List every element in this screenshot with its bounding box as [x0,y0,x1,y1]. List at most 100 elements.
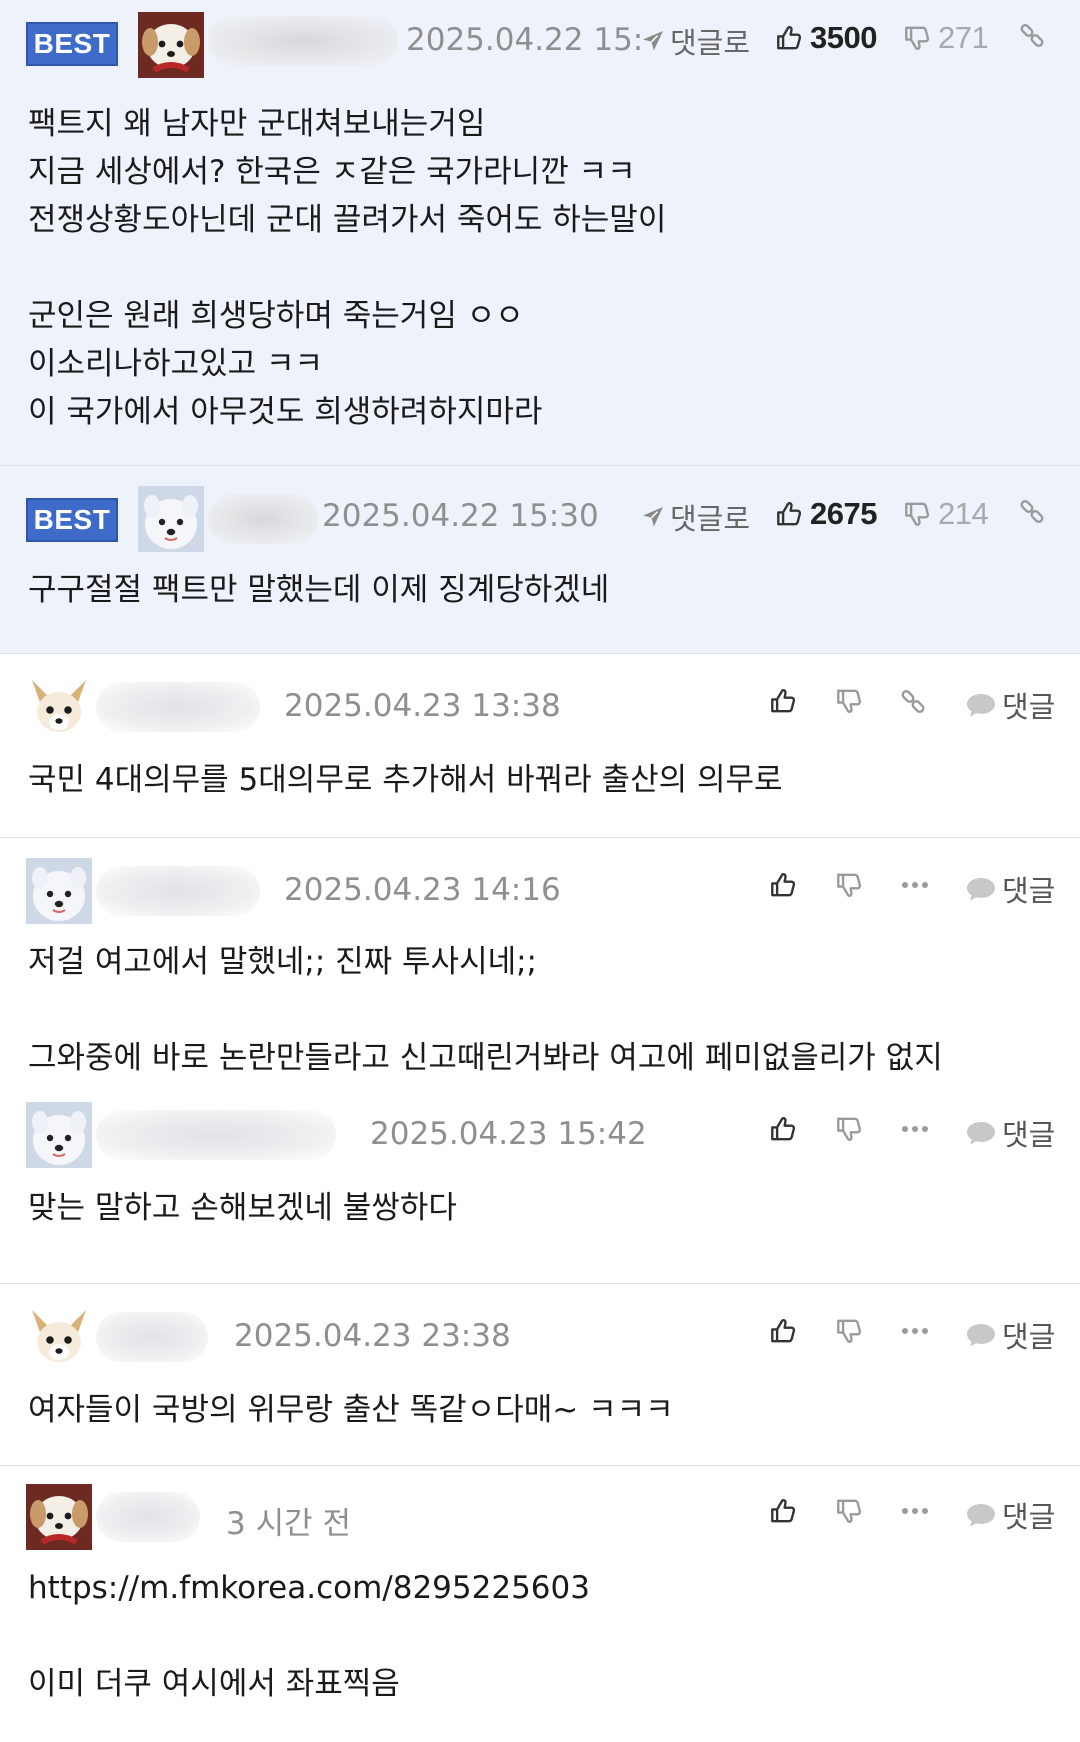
reply-button[interactable]: 댓글 [964,868,1055,910]
dog-avatar-icon [26,1304,92,1370]
reply-button[interactable]: 댓글 [964,1112,1055,1154]
comment-date: 2025.04.22 15: [406,22,644,58]
avatar[interactable] [26,674,92,740]
nickname-blurred[interactable] [96,682,260,732]
comment-date: 2025.04.22 15:30 [322,498,599,534]
comment-date: 3 시간 전 [226,1506,351,1542]
comment-header: 3 시간 전 댓글 [0,1484,1080,1550]
like-button[interactable] [768,686,798,716]
comment-header: 2025.04.23 13:38 댓글 [0,674,1080,740]
dog-avatar-icon [26,674,92,740]
comment-date: 2025.04.23 14:16 [284,872,561,908]
reply-button[interactable]: 댓글 [964,1494,1055,1536]
comment-date: 2025.04.23 13:38 [284,688,561,724]
dog-avatar-icon [26,858,92,924]
speech-bubble-icon [964,1119,998,1147]
reply-button[interactable]: 댓글 [964,684,1055,726]
nickname-blurred[interactable] [96,1110,336,1160]
reply-to-button[interactable]: 댓글로 [640,496,750,538]
comment-text: 저걸 여고에서 말했네;; 진짜 투사시네;; 그와중에 바로 논란만들라고 신… [28,944,943,1076]
more-dots-icon [900,880,930,890]
avatar[interactable] [138,486,204,552]
dog-avatar-icon [26,1484,92,1550]
like-button[interactable]: 3500 [774,20,877,56]
best-badge: BEST [26,22,118,66]
copy-link-button[interactable] [1018,22,1046,50]
copy-link-button[interactable] [1018,498,1046,526]
more-options-button[interactable] [900,1124,930,1134]
comment-text: 구구절절 팩트만 말했는데 이제 징계당하겠네 [28,572,610,608]
dislike-button[interactable] [834,1114,864,1144]
nickname-blurred[interactable] [208,16,398,66]
like-button[interactable] [768,870,798,900]
nickname-blurred[interactable] [208,494,318,544]
link-icon [1018,22,1046,50]
more-options-button[interactable] [900,1506,930,1516]
reply-to-button[interactable]: 댓글로 [640,20,750,62]
dislike-count: 214 [938,496,989,531]
comment-text: 맞는 말하고 손해보겠네 불쌍하다 [28,1190,457,1226]
comment-header: BEST 2025.04.22 15: 댓글로 3500 271 [0,6,1080,72]
dislike-button[interactable] [834,686,864,716]
reply-label: 댓글 [1002,1500,1056,1534]
dislike-button[interactable] [834,1496,864,1526]
reply-button[interactable]: 댓글 [964,1314,1055,1356]
dislike-button[interactable]: 214 [902,496,989,532]
like-count: 3500 [810,20,877,55]
copy-link-button[interactable] [899,688,927,716]
thumbs-up-icon [768,1316,798,1346]
thumbs-down-icon [834,1114,864,1144]
comment-header: 2025.04.23 15:42 댓글 [0,1102,1080,1168]
speech-bubble-icon [964,1321,998,1349]
more-options-button[interactable] [900,1326,930,1336]
comment: 2025.04.23 23:38 댓글 여자들이 국방의 위무랑 출산 똑같ㅇ다… [0,1284,1080,1466]
avatar[interactable] [26,858,92,924]
comment-text: 팩트지 왜 남자만 군대쳐보내는거임 지금 세상에서? 한국은 ㅈ같은 국가라니… [28,106,667,430]
reply-label: 댓글 [1002,1118,1056,1152]
thumbs-down-icon [834,1496,864,1526]
comment-text: https://m.fmkorea.com/8295225603 이미 더쿠 여… [28,1570,590,1702]
dislike-count: 271 [938,20,989,55]
more-options-button[interactable] [900,880,930,890]
like-button[interactable] [768,1114,798,1144]
comment-text: 여자들이 국방의 위무랑 출산 똑같ㅇ다매~ ㅋㅋㅋ [28,1392,674,1428]
avatar[interactable] [26,1304,92,1370]
dislike-button[interactable] [834,1316,864,1346]
avatar[interactable] [26,1102,92,1168]
nickname-blurred[interactable] [96,866,260,916]
reply-to-label: 댓글로 [670,26,751,60]
reply-label: 댓글 [1002,874,1056,908]
thumbs-up-icon [768,686,798,716]
thumbs-down-icon [834,870,864,900]
nickname-blurred[interactable] [96,1312,208,1362]
reply-to-label: 댓글로 [670,502,751,536]
comment-header: 2025.04.23 23:38 댓글 [0,1304,1080,1370]
dog-avatar-icon [138,12,204,78]
more-dots-icon [900,1124,930,1134]
nickname-blurred[interactable] [96,1492,200,1542]
link-icon [1018,498,1046,526]
reply-label: 댓글 [1002,690,1056,724]
thumbs-up-icon [768,870,798,900]
thumbs-up-icon [768,1496,798,1526]
like-count: 2675 [810,496,877,531]
comment: 2025.04.23 14:16 댓글 저걸 여고에서 말했네;; 진짜 투사시… [0,838,1080,1102]
speech-bubble-icon [964,875,998,903]
avatar[interactable] [26,1484,92,1550]
thumbs-down-icon [834,1316,864,1346]
like-button[interactable] [768,1316,798,1346]
like-button[interactable] [768,1496,798,1526]
more-dots-icon [900,1506,930,1516]
best-badge: BEST [26,498,118,542]
dislike-button[interactable]: 271 [902,20,989,56]
comment-header: BEST 2025.04.22 15:30 댓글로 2675 214 [0,484,1080,550]
thumbs-down-icon [834,686,864,716]
avatar[interactable] [138,12,204,78]
thumbs-up-icon [774,23,804,53]
speech-bubble-icon [964,691,998,719]
thumbs-down-icon [902,23,932,53]
thumbs-up-icon [768,1114,798,1144]
like-button[interactable]: 2675 [774,496,877,532]
dislike-button[interactable] [834,870,864,900]
more-dots-icon [900,1326,930,1336]
